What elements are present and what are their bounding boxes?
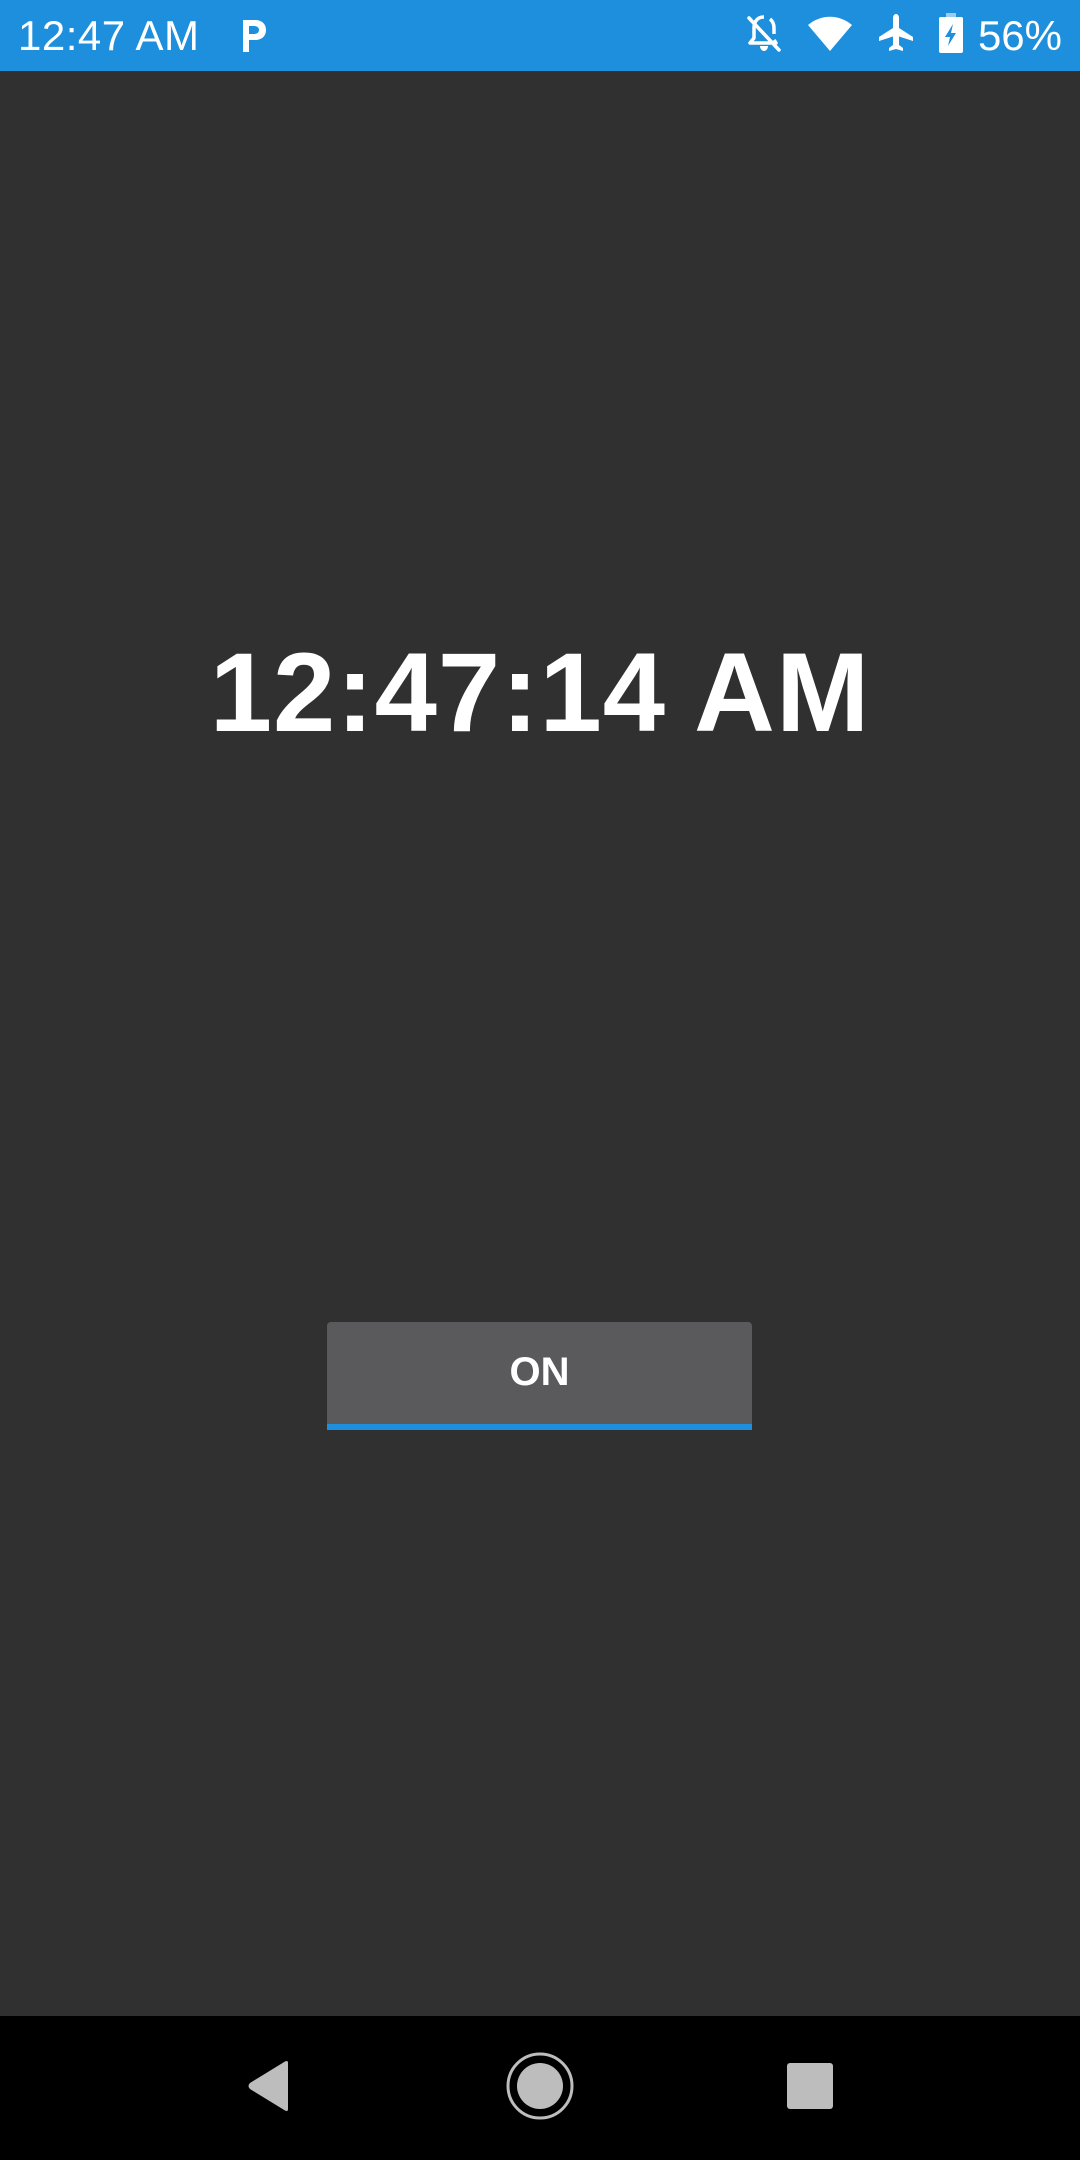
app-screen: 12:47 AM 56% 12:47:14 AM ON bbox=[0, 0, 1080, 2160]
battery-percentage: 56% bbox=[977, 11, 1062, 59]
battery-charging-icon bbox=[938, 12, 964, 59]
navigation-bar bbox=[0, 2016, 1080, 2160]
recents-icon bbox=[786, 2062, 834, 2115]
home-icon bbox=[505, 2051, 575, 2126]
back-icon bbox=[244, 2059, 292, 2118]
parking-notification-icon bbox=[236, 16, 270, 56]
notifications-off-icon bbox=[744, 12, 784, 59]
airplane-mode-icon bbox=[876, 12, 916, 59]
on-toggle-button-label: ON bbox=[509, 1350, 570, 1394]
back-button[interactable] bbox=[196, 2016, 340, 2160]
button-accent-underline bbox=[327, 1424, 752, 1430]
wifi-icon bbox=[806, 14, 854, 57]
status-icons: 56% bbox=[722, 0, 1062, 71]
status-time: 12:47 AM bbox=[18, 12, 200, 59]
clock-display: 12:47:14 AM bbox=[209, 630, 871, 755]
home-button[interactable] bbox=[468, 2016, 612, 2160]
on-toggle-button[interactable]: ON bbox=[327, 1322, 752, 1430]
status-bar: 12:47 AM 56% bbox=[0, 0, 1080, 71]
recents-button[interactable] bbox=[738, 2016, 882, 2160]
